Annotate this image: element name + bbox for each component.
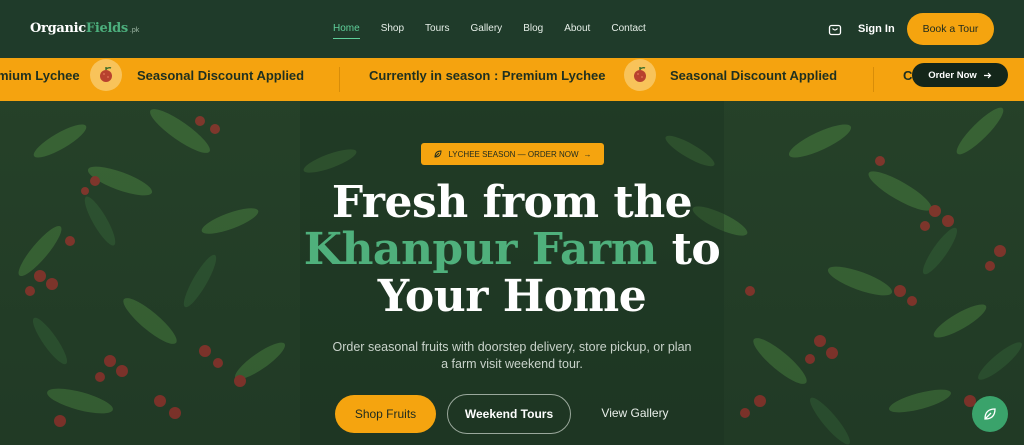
- nav-contact[interactable]: Contact: [611, 23, 645, 34]
- weekend-tours-button[interactable]: Weekend Tours: [447, 394, 571, 434]
- lychee-icon: [624, 59, 656, 91]
- arrow-right-icon: [983, 72, 992, 78]
- nav-about[interactable]: About: [564, 23, 590, 34]
- order-now-button[interactable]: Order Now: [912, 63, 1008, 87]
- hero-subtitle-line2: a farm visit weekend tour.: [441, 357, 583, 371]
- brand-suffix: .pk: [129, 27, 140, 34]
- ticker-divider: [339, 67, 340, 92]
- season-order-pill[interactable]: LYCHEE SEASON — ORDER NOW →: [421, 143, 604, 165]
- nav-home[interactable]: Home: [333, 23, 360, 39]
- ticker-item: Currently in season : Premium Lychee: [369, 68, 606, 83]
- brand-name-part1: Organic: [30, 21, 86, 36]
- floating-action-button[interactable]: [972, 396, 1008, 432]
- lychee-icon: [90, 59, 122, 91]
- leaf-icon: [984, 408, 996, 420]
- arrow-right-icon: →: [583, 149, 592, 159]
- nav-blog[interactable]: Blog: [523, 23, 543, 34]
- ticker-item: C: [903, 68, 913, 83]
- announcement-ticker: mium Lychee Seasonal Discount Applied Cu…: [0, 58, 1024, 101]
- order-now-label: Order Now: [928, 69, 977, 81]
- ticker-item: Seasonal Discount Applied: [137, 68, 305, 83]
- top-navbar: Organic Fields .pk Home Shop Tours Galle…: [0, 0, 1024, 58]
- ticker-item: mium Lychee: [0, 68, 80, 83]
- shopping-bag-icon[interactable]: [828, 22, 842, 36]
- season-pill-label: LYCHEE SEASON — ORDER NOW: [448, 149, 579, 159]
- nav-gallery[interactable]: Gallery: [471, 23, 503, 34]
- brand-logo[interactable]: Organic Fields .pk: [30, 21, 139, 36]
- hero-headline-line2-rest: to: [656, 224, 721, 275]
- main-menu: Home Shop Tours Gallery Blog About Conta…: [333, 23, 667, 39]
- hero-headline-line1: Fresh from the: [331, 177, 693, 228]
- book-tour-button[interactable]: Book a Tour: [907, 13, 994, 45]
- view-gallery-link[interactable]: View Gallery: [592, 406, 678, 420]
- brand-name-part2: Fields: [85, 21, 128, 36]
- hero-headline-line3: Your Home: [377, 271, 647, 322]
- ticker-divider: [873, 67, 874, 92]
- ticker-item: Seasonal Discount Applied: [670, 68, 838, 83]
- nav-tours[interactable]: Tours: [425, 23, 449, 34]
- hero-headline-accent: Khanpur Farm: [303, 224, 658, 275]
- sign-in-link[interactable]: Sign In: [858, 23, 895, 35]
- leaf-icon: [435, 150, 442, 158]
- shop-fruits-button[interactable]: Shop Fruits: [335, 395, 436, 433]
- hero-headline-line2: Khanpur Farm to: [0, 227, 1024, 273]
- hero-subtitle-line1: Order seasonal fruits with doorstep deli…: [332, 340, 692, 354]
- nav-shop[interactable]: Shop: [381, 23, 404, 34]
- hero-subtitle: Order seasonal fruits with doorstep deli…: [312, 339, 712, 373]
